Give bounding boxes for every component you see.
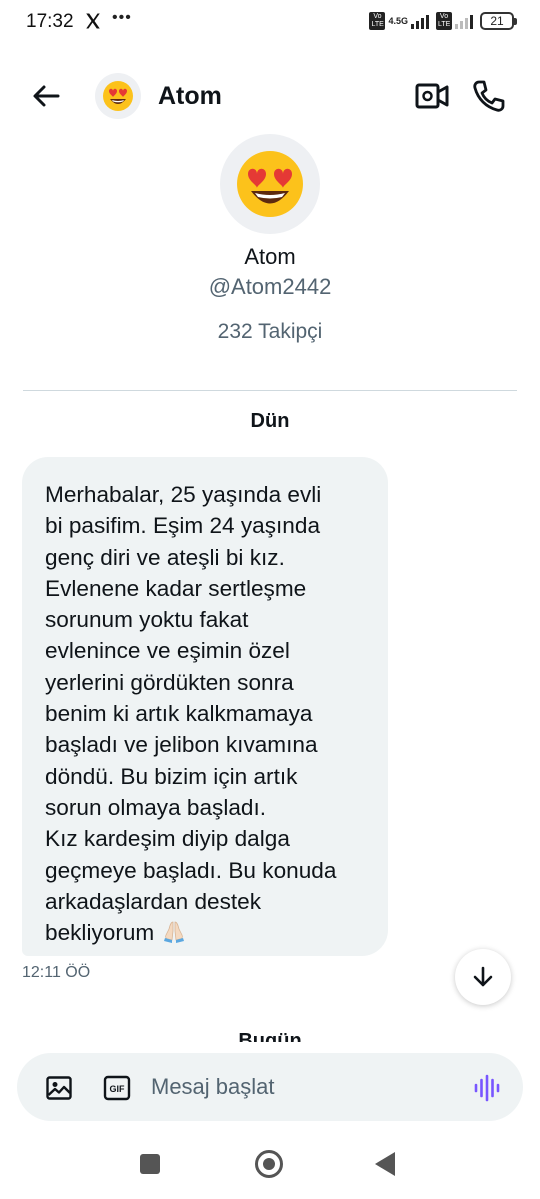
profile-handle: @Atom2442 (208, 274, 332, 299)
phone-call-icon[interactable] (470, 78, 506, 114)
scroll-to-bottom-button[interactable] (455, 949, 511, 1005)
status-bar: 17:32 ••• Vo LTE 4.5G Vo LTE 21 (0, 0, 540, 44)
volte-badge-1: Vo LTE (369, 12, 386, 30)
arrow-down-icon (473, 966, 493, 987)
message-timestamp: 12:11 ÖÖ (22, 964, 91, 981)
message-text: Merhabalar, 25 yaşında evli bi pasifim. … (45, 479, 366, 948)
date-separator: Dün (250, 410, 290, 432)
volte-badge-2: Vo LTE (436, 12, 452, 30)
image-icon[interactable] (45, 1074, 73, 1102)
gif-icon[interactable]: GIF (103, 1074, 131, 1102)
heart-eyes-emoji-icon (237, 151, 303, 217)
battery-icon: 21 (480, 12, 517, 30)
back-arrow-icon[interactable] (28, 78, 64, 114)
system-back-icon[interactable] (375, 1152, 395, 1176)
status-time: 17:32 (26, 11, 74, 32)
system-nav-bar (0, 1130, 540, 1199)
home-icon[interactable] (255, 1150, 283, 1178)
message-composer: GIF (17, 1053, 523, 1121)
conversation-header: Atom (0, 56, 540, 136)
profile-avatar[interactable] (220, 134, 320, 234)
x-logo-icon (86, 13, 100, 29)
profile-followers: 232 Takipçi (217, 320, 323, 343)
date-separator-partial: Bugün (238, 1030, 302, 1042)
divider (23, 390, 517, 391)
network-type: 4.5G (388, 15, 408, 26)
recents-icon[interactable] (140, 1154, 160, 1174)
status-indicators: Vo LTE 4.5G Vo LTE 21 (369, 10, 517, 32)
profile-name: Atom (244, 244, 296, 269)
signal-bars-2-icon (455, 13, 473, 29)
header-contact-name[interactable]: Atom (158, 82, 222, 111)
svg-text:GIF: GIF (110, 1084, 126, 1094)
message-input[interactable] (151, 1063, 451, 1111)
notification-dots: ••• (112, 9, 132, 26)
message-body: Merhabalar, 25 yaşında evli bi pasifim. … (45, 482, 337, 946)
folded-hands-emoji-icon (163, 921, 184, 944)
heart-eyes-emoji-icon (103, 81, 133, 111)
header-avatar[interactable] (95, 73, 141, 119)
video-call-icon[interactable] (414, 80, 450, 112)
signal-bars-1-icon (411, 13, 429, 29)
message-bubble[interactable]: Merhabalar, 25 yaşında evli bi pasifim. … (22, 457, 388, 956)
voice-message-icon[interactable] (472, 1073, 502, 1103)
